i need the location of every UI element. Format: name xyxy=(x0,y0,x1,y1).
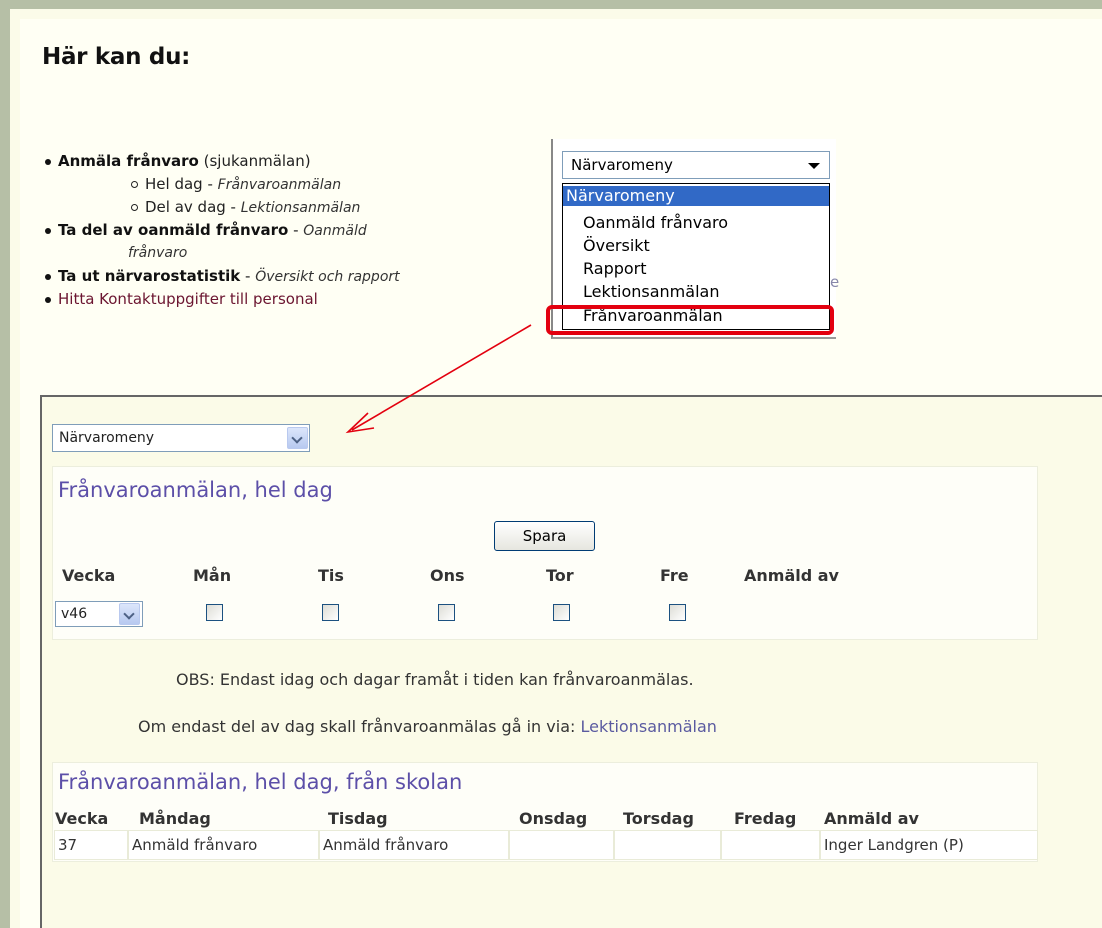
red-arrow-line xyxy=(351,324,532,431)
red-arrowhead-icon xyxy=(345,412,375,434)
arrow-annotation xyxy=(345,324,532,434)
